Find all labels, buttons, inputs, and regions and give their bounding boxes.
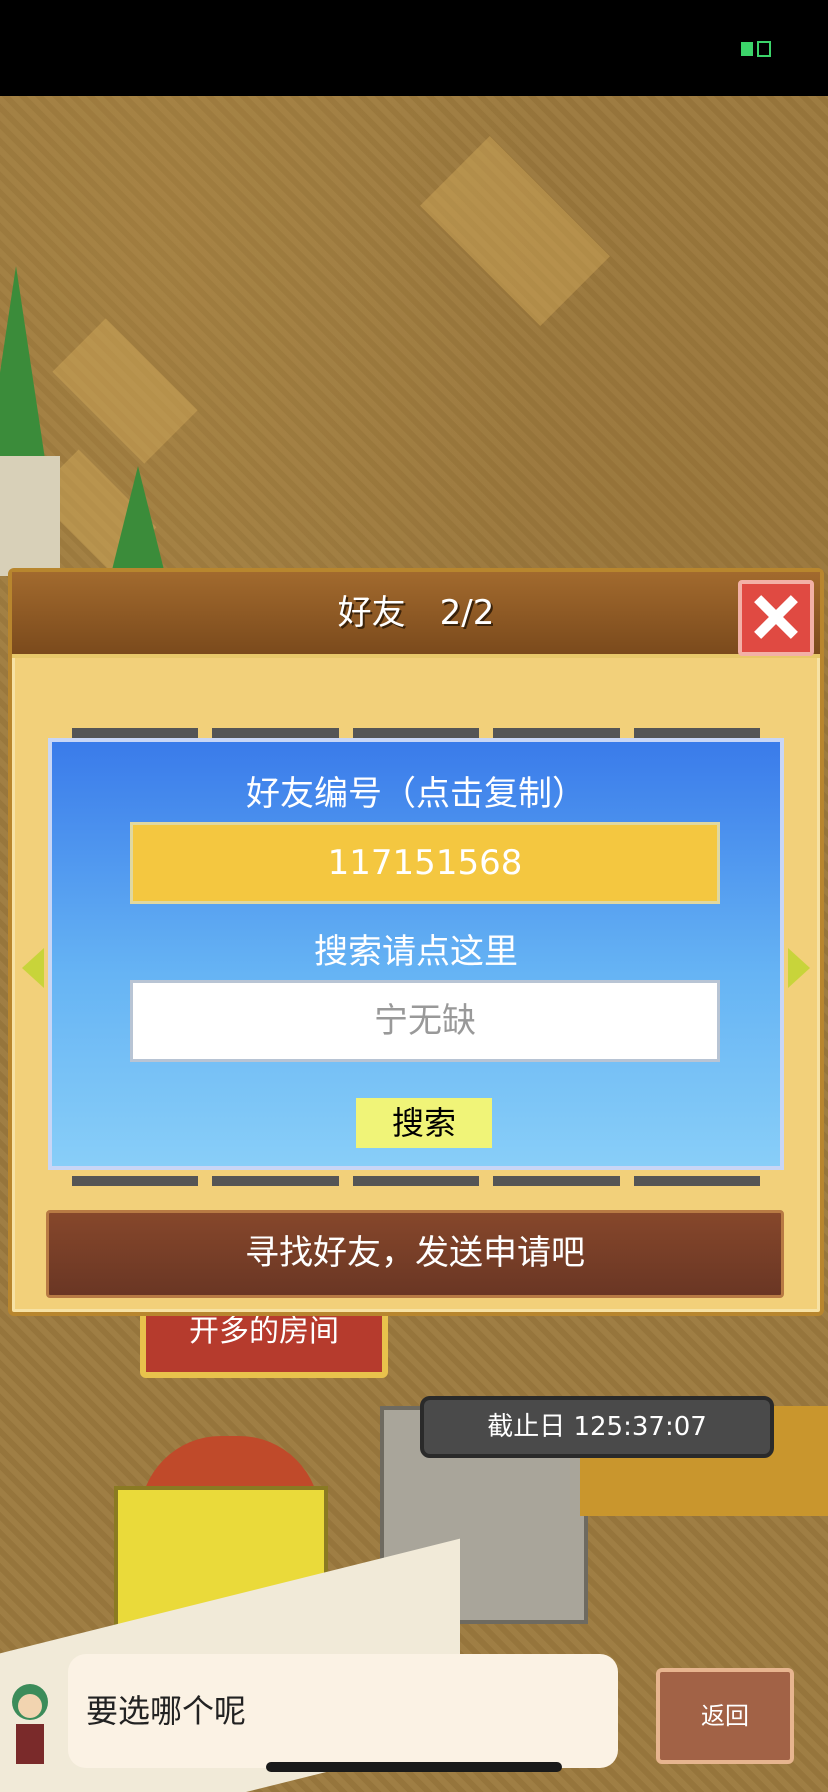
friend-id-label: 好友编号（点击复制） <box>246 774 586 814</box>
previous-page-arrow-icon[interactable] <box>22 948 44 988</box>
next-page-arrow-icon[interactable] <box>788 948 810 988</box>
send-request-button[interactable]: 寻找好友，发送申请吧 <box>46 1210 784 1298</box>
deadline-timer: 截止日 125:37:07 <box>420 1396 774 1458</box>
search-label: 搜索请点这里 <box>314 932 518 972</box>
castle-tower <box>0 456 60 576</box>
prompt-bubble: 要选哪个呢 <box>68 1654 618 1768</box>
home-indicator <box>266 1762 562 1772</box>
battery-icon <box>741 41 771 57</box>
search-button[interactable]: 搜索 <box>356 1098 492 1148</box>
status-bar <box>0 0 828 96</box>
ground-tile <box>52 318 198 464</box>
tree <box>0 266 46 466</box>
search-input[interactable]: 宁无缺 <box>130 980 720 1062</box>
dialog-title: 好友 2/2 <box>337 593 495 633</box>
avatar-icon <box>12 1684 48 1764</box>
friend-panel: 好友编号（点击复制） 117151568 搜索请点这里 宁无缺 搜索 <box>48 738 784 1170</box>
close-button[interactable] <box>738 580 814 656</box>
tab-strip-bottom <box>46 1176 786 1186</box>
ground-tile <box>420 136 610 326</box>
friend-dialog: 好友 2/2 好友编号（点击复制） 117151568 搜索请点这里 宁无缺 搜… <box>8 568 824 1316</box>
tab-strip-top <box>46 728 786 738</box>
back-button[interactable]: 返回 <box>656 1668 794 1764</box>
friend-id-copy-field[interactable]: 117151568 <box>130 822 720 904</box>
